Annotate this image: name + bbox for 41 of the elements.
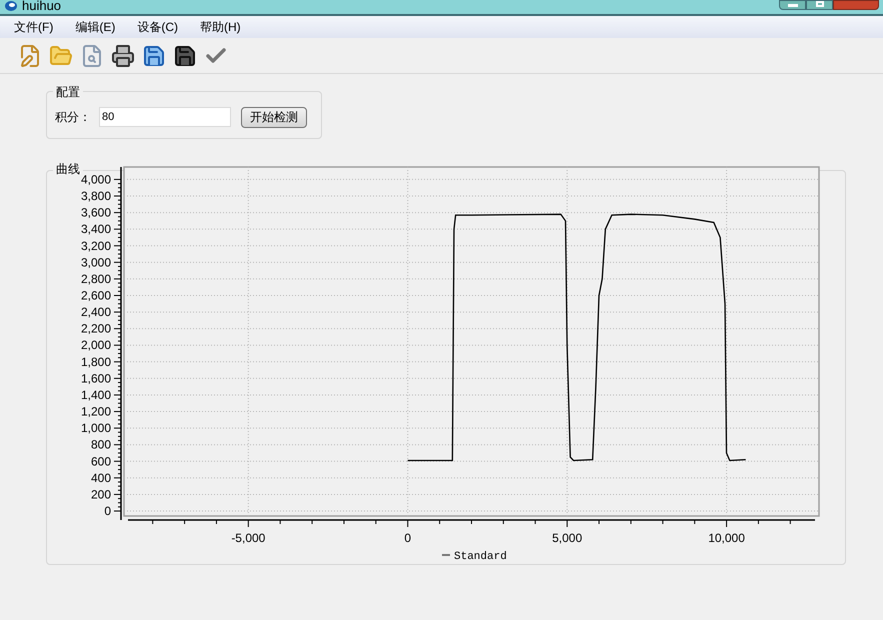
y-tick-label: 1,200 (80, 404, 111, 419)
menu-item[interactable]: 设备(C) (131, 18, 184, 36)
legend-label: Standard (454, 551, 507, 563)
y-tick-label: 3,200 (80, 238, 111, 253)
start-button[interactable]: 开始检测 (241, 106, 307, 128)
app-logo-icon (4, 0, 18, 12)
y-tick-label: 200 (90, 487, 111, 502)
x-tick-label: 0 (404, 531, 412, 545)
y-tick-label: 4,000 (80, 172, 111, 186)
edit-document-icon[interactable] (18, 44, 42, 68)
y-tick-label: 400 (90, 470, 111, 485)
window-title: huihuo (22, 0, 62, 12)
y-tick-label: 2,800 (80, 272, 111, 286)
y-tick-label: 1,800 (80, 354, 111, 369)
y-tick-label: 3,600 (80, 206, 111, 220)
group-title: 配置 (53, 83, 83, 101)
menu-item[interactable]: 文件(F) (8, 18, 60, 36)
y-tick-label: 800 (90, 438, 111, 452)
menu-item[interactable]: 帮助(H) (194, 18, 247, 36)
y-tick-label: 0 (104, 504, 111, 518)
y-tick-label: 2,200 (80, 322, 111, 336)
y-tick-label: 1,400 (80, 388, 111, 402)
y-tick-label: 1,000 (80, 421, 111, 436)
group-title: 曲线 (53, 162, 83, 176)
y-tick-label: 2,600 (80, 288, 111, 302)
maximize-button[interactable] (806, 0, 833, 10)
x-tick-label: 10,000 (708, 531, 745, 545)
y-tick-label: 1,600 (80, 371, 111, 386)
y-tick-label: 600 (90, 454, 111, 468)
x-tick-label: 5,000 (552, 531, 582, 545)
field-label: 积分： (55, 109, 91, 126)
y-tick-label: 3,800 (80, 189, 111, 204)
y-tick-label: 3,000 (80, 255, 111, 270)
menu-item[interactable]: 编辑(E) (69, 18, 122, 36)
x-tick-label: -5,000 (231, 531, 266, 545)
input-field[interactable]: 80 (99, 107, 231, 127)
minimize-button[interactable] (779, 0, 806, 10)
printer-icon[interactable] (111, 44, 135, 68)
y-tick-label: 2,400 (80, 305, 111, 320)
y-tick-label: 2,000 (80, 338, 111, 352)
y-tick-label: 3,400 (80, 222, 111, 236)
